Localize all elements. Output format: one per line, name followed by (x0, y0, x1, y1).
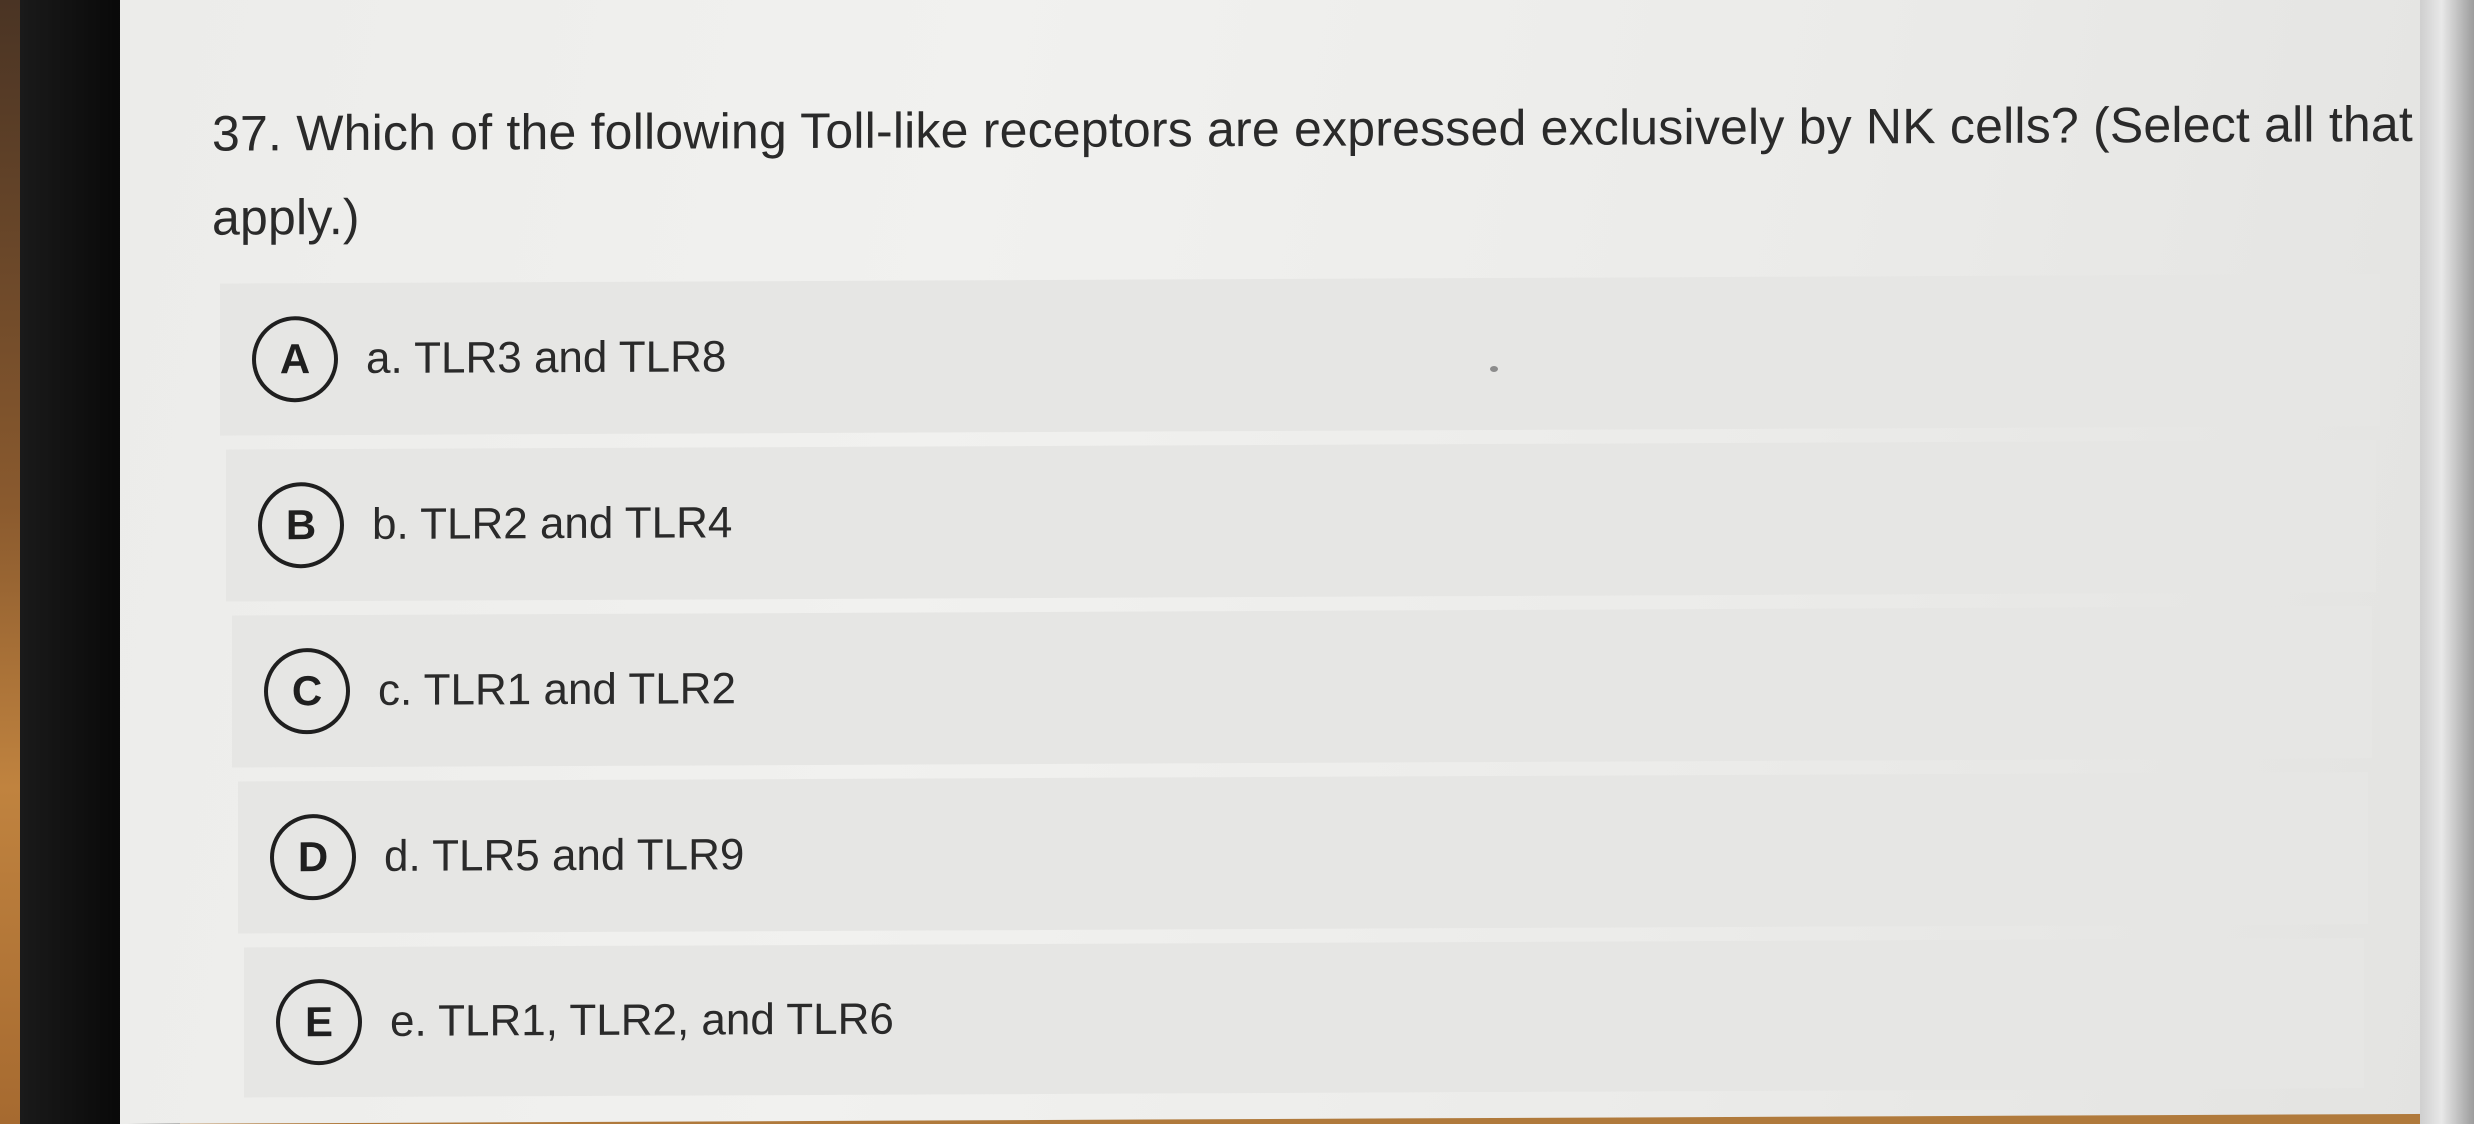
option-a-label: a. TLR3 and TLR8 (366, 332, 727, 383)
option-b-label: b. TLR2 and TLR4 (372, 498, 733, 549)
option-c-letter[interactable]: C (264, 647, 350, 735)
quiz-screen: 37. Which of the following Toll-like rec… (120, 0, 2430, 1124)
option-c-label: c. TLR1 and TLR2 (378, 664, 736, 715)
option-a-letter[interactable]: A (252, 316, 338, 403)
question-text: 37. Which of the following Toll-like rec… (212, 82, 2474, 260)
option-e-letter[interactable]: E (276, 978, 362, 1066)
option-e-label: e. TLR1, TLR2, and TLR6 (390, 994, 894, 1046)
option-e[interactable]: E e. TLR1, TLR2, and TLR6 (244, 938, 2364, 1098)
option-b-letter[interactable]: B (258, 482, 344, 569)
option-a[interactable]: A a. TLR3 and TLR8 (220, 274, 2380, 436)
option-d[interactable]: D d. TLR5 and TLR9 (238, 772, 2368, 934)
question-line-1: 37. Which of the following Toll-like rec… (212, 95, 2414, 162)
question-line-2: apply.) (212, 188, 360, 246)
answer-options: A a. TLR3 and TLR8 B b. TLR2 and TLR4 C … (220, 274, 2400, 1112)
option-d-label: d. TLR5 and TLR9 (384, 830, 745, 881)
option-d-letter[interactable]: D (270, 813, 356, 901)
option-c[interactable]: C c. TLR1 and TLR2 (232, 606, 2372, 768)
screen-smudge (1490, 365, 1498, 373)
monitor-right-edge (2420, 0, 2474, 1124)
option-b[interactable]: B b. TLR2 and TLR4 (226, 440, 2376, 602)
